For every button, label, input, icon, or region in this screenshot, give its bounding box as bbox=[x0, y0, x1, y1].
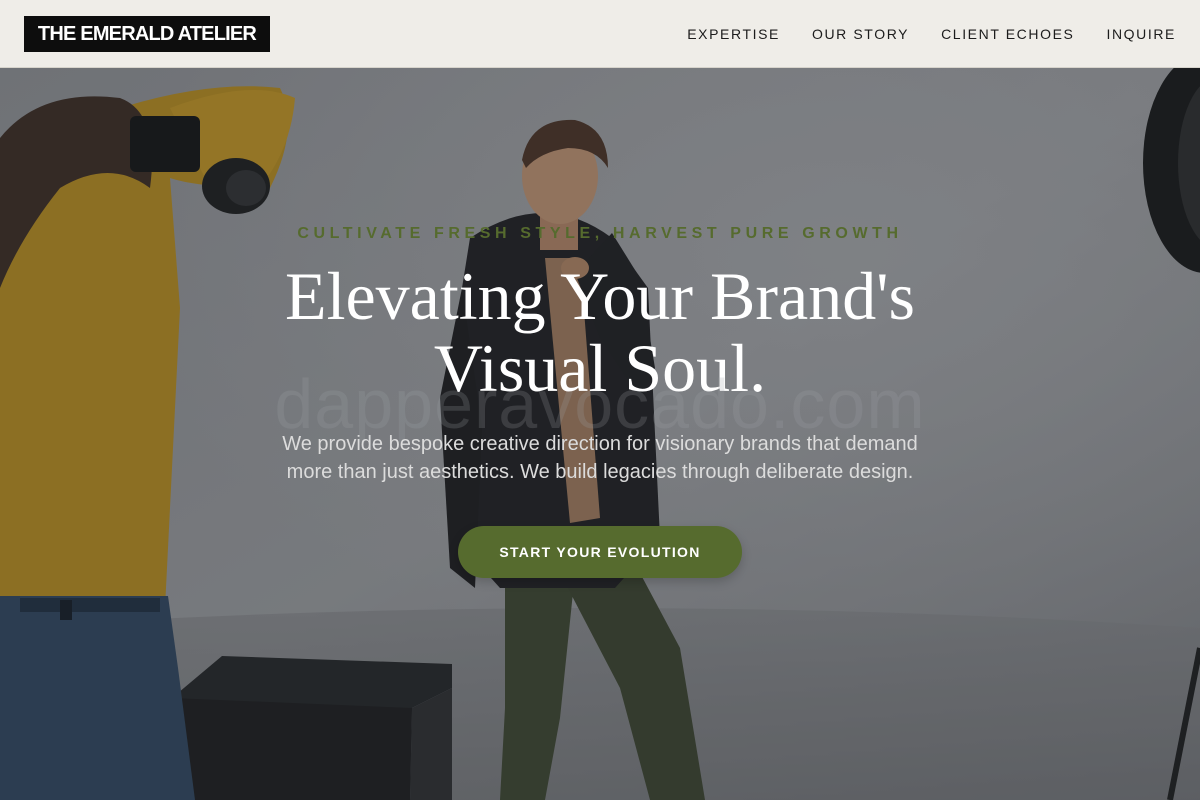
hero-description: We provide bespoke creative direction fo… bbox=[260, 430, 940, 486]
brand-logo[interactable]: THE EMERALD ATELIER bbox=[24, 16, 270, 52]
nav-link-our-story[interactable]: OUR STORY bbox=[812, 26, 909, 42]
nav-link-inquire[interactable]: INQUIRE bbox=[1106, 26, 1176, 42]
page: THE EMERALD ATELIER EXPERTISE OUR STORY … bbox=[0, 0, 1200, 800]
hero-section: CULTIVATE FRESH STYLE, HARVEST PURE GROW… bbox=[0, 68, 1200, 800]
start-your-evolution-button[interactable]: START YOUR EVOLUTION bbox=[458, 526, 742, 578]
hero-description-line1: We provide bespoke creative direction fo… bbox=[282, 433, 918, 455]
hero-headline-line1: Elevating Your Brand's bbox=[285, 258, 915, 334]
main-nav: EXPERTISE OUR STORY CLIENT ECHOES INQUIR… bbox=[687, 0, 1176, 68]
hero-description-line2: more than just aesthetics. We build lega… bbox=[286, 461, 914, 483]
site-header: THE EMERALD ATELIER EXPERTISE OUR STORY … bbox=[0, 0, 1200, 68]
hero-eyebrow-tagline: CULTIVATE FRESH STYLE, HARVEST PURE GROW… bbox=[297, 225, 903, 242]
nav-link-client-echoes[interactable]: CLIENT ECHOES bbox=[941, 26, 1074, 42]
nav-link-expertise[interactable]: EXPERTISE bbox=[687, 26, 780, 42]
hero-content: CULTIVATE FRESH STYLE, HARVEST PURE GROW… bbox=[200, 68, 1000, 800]
